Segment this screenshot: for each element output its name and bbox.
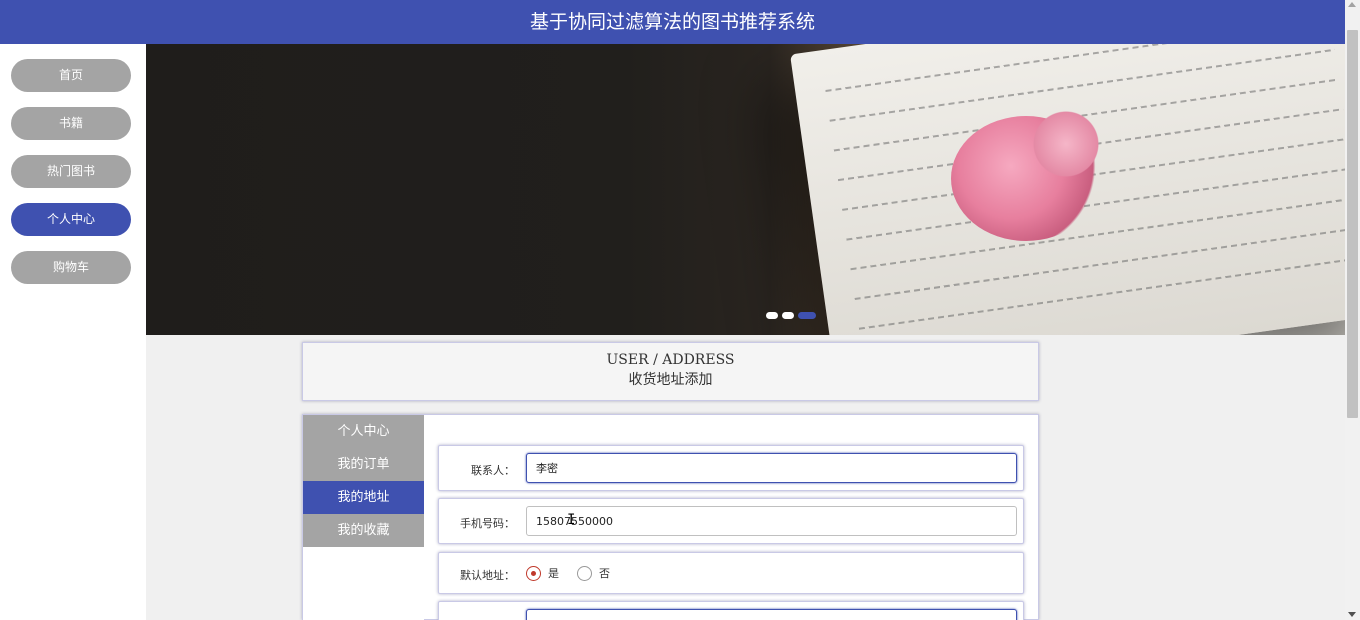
main-nav: 首页 书籍 热门图书 个人中心 购物车 — [0, 44, 146, 620]
radio-default-yes[interactable] — [526, 565, 541, 581]
address-panel: 个人中心 我的订单 我的地址 我的收藏 联系人： 手机号码： 默认地址： 是 否 — [302, 414, 1039, 620]
form-row-default: 默认地址： 是 否 — [438, 552, 1024, 594]
default-address-radio-group: 是 否 — [526, 565, 628, 581]
radio-default-no-label[interactable]: 否 — [599, 565, 610, 581]
banner-flower-top — [1026, 109, 1106, 179]
page-scrollbar[interactable] — [1345, 0, 1360, 620]
nav-item-books[interactable]: 书籍 — [11, 107, 131, 140]
contact-input[interactable] — [526, 453, 1017, 483]
nav-item-hot-books[interactable]: 热门图书 — [11, 155, 131, 188]
user-side-menu: 个人中心 我的订单 我的地址 我的收藏 — [303, 415, 424, 620]
side-item-my-favorites[interactable]: 我的收藏 — [303, 514, 424, 547]
side-item-user-center[interactable]: 个人中心 — [303, 415, 424, 448]
phone-label: 手机号码： — [460, 517, 515, 530]
address-input[interactable] — [526, 609, 1017, 620]
section-title-en: USER / ADDRESS — [606, 352, 735, 368]
site-title: 基于协同过滤算法的图书推荐系统 — [529, 11, 815, 33]
nav-item-user-center[interactable]: 个人中心 — [11, 203, 131, 236]
section-title-box: USER / ADDRESS 收货地址添加 — [302, 342, 1039, 401]
scroll-up-arrow-icon[interactable] — [1348, 2, 1356, 7]
scroll-thumb[interactable] — [1347, 30, 1358, 418]
carousel-indicators — [766, 312, 816, 319]
form-row-contact: 联系人： — [438, 445, 1024, 491]
scroll-down-arrow-icon[interactable] — [1348, 612, 1356, 617]
site-header: 基于协同过滤算法的图书推荐系统 — [0, 0, 1345, 44]
form-row-address — [438, 601, 1024, 620]
text-cursor-icon: I — [567, 512, 576, 528]
carousel-dot-2[interactable] — [782, 312, 794, 319]
carousel-dot-3[interactable] — [798, 312, 816, 319]
nav-item-home[interactable]: 首页 — [11, 59, 131, 92]
default-address-label: 默认地址： — [460, 569, 515, 582]
banner-carousel[interactable] — [146, 44, 1345, 335]
section-title-cn: 收货地址添加 — [628, 372, 713, 388]
side-item-my-address[interactable]: 我的地址 — [303, 481, 424, 514]
radio-default-no[interactable] — [577, 565, 592, 581]
nav-item-cart[interactable]: 购物车 — [11, 251, 131, 284]
side-item-my-orders[interactable]: 我的订单 — [303, 448, 424, 481]
phone-input[interactable] — [526, 506, 1017, 536]
carousel-dot-1[interactable] — [766, 312, 778, 319]
contact-label: 联系人： — [471, 464, 515, 477]
form-row-phone: 手机号码： — [438, 498, 1024, 544]
radio-default-yes-label[interactable]: 是 — [548, 565, 559, 581]
